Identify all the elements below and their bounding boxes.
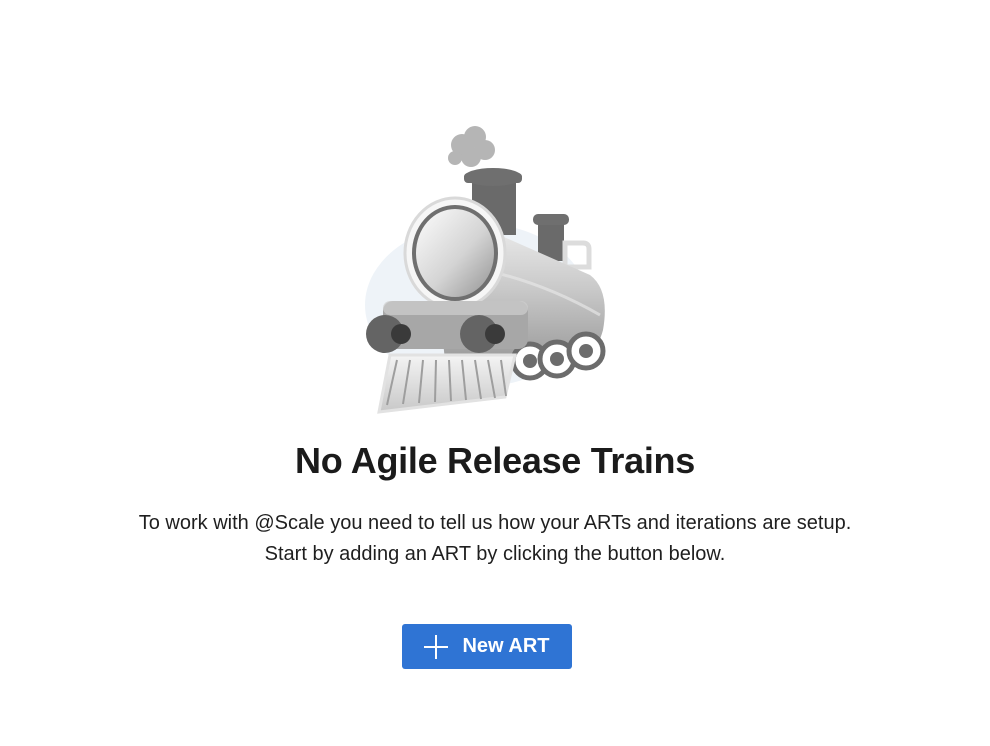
empty-state-description: To work with @Scale you need to tell us … bbox=[0, 508, 990, 570]
page-title: No Agile Release Trains bbox=[295, 440, 695, 481]
train-icon bbox=[355, 115, 620, 420]
plus-icon bbox=[424, 634, 449, 659]
description-line-2: Start by adding an ART by clicking the b… bbox=[264, 543, 726, 565]
new-art-button[interactable]: New ART bbox=[402, 624, 572, 669]
new-art-button-label: New ART bbox=[462, 635, 550, 657]
description-line-1: To work with @Scale you need to tell us … bbox=[138, 512, 852, 534]
empty-state: No Agile Release Trains To work with @Sc… bbox=[0, 0, 990, 746]
